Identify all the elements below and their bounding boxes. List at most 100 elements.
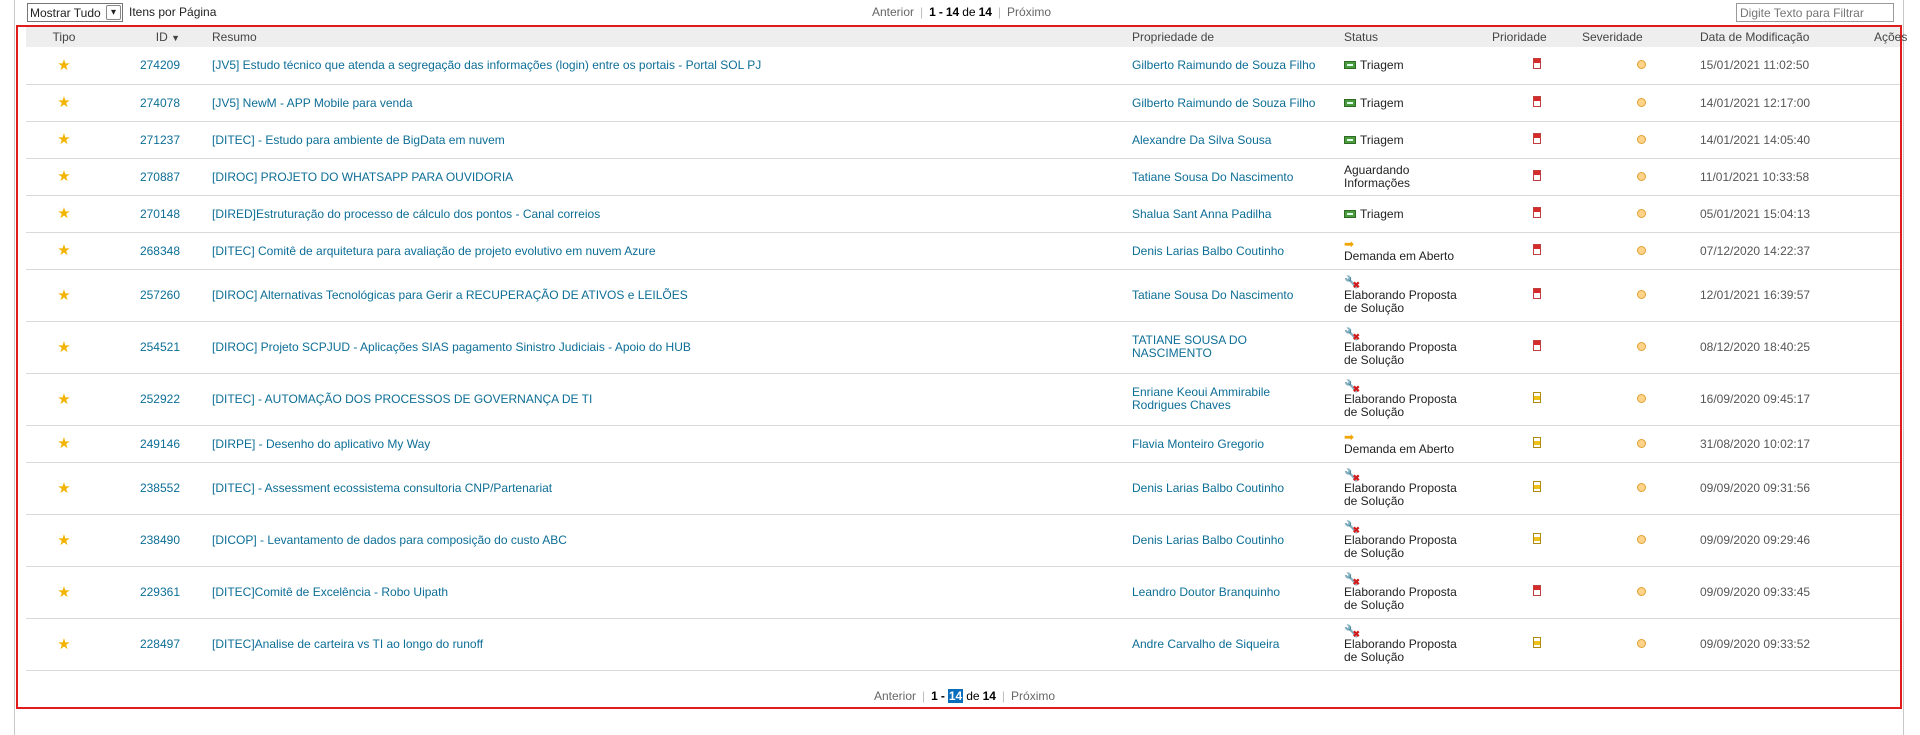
summary-link[interactable]: [DIROC] PROJETO DO WHATSAPP PARA OUVIDOR… — [212, 170, 513, 184]
id-link[interactable]: 257260 — [140, 288, 180, 302]
owner-link[interactable]: Shalua Sant Anna Padilha — [1132, 207, 1322, 221]
table-row[interactable]: ★ 252922 [DITEC] - AUTOMAÇÃO DOS PROCESSOS… — [26, 373, 1900, 426]
table-row[interactable]: ★ 274209 [JV5] Estudo técnico que atenda a… — [26, 47, 1900, 85]
filter-input[interactable] — [1736, 3, 1894, 22]
id-link[interactable]: 228497 — [140, 637, 180, 651]
cell-owner: Andre Carvalho de Siqueira — [1132, 618, 1344, 671]
owner-link[interactable]: Andre Carvalho de Siqueira — [1132, 638, 1322, 651]
cell-severity — [1582, 84, 1700, 122]
summary-link[interactable]: [DITEC] - AUTOMAÇÃO DOS PROCESSOS DE GOV… — [212, 392, 592, 406]
col-header-tipo[interactable]: Tipo — [26, 27, 102, 47]
table-row[interactable]: ★ 271237 [DITEC] - Estudo para ambiente de… — [26, 121, 1900, 159]
owner-link[interactable]: Denis Larias Balbo Coutinho — [1132, 534, 1322, 547]
id-link[interactable]: 254521 — [140, 340, 180, 354]
table-row[interactable]: ★ 228497 [DITEC]Analise de carteira vs TI … — [26, 618, 1900, 671]
pager-separator: | — [997, 5, 1002, 19]
star-icon[interactable]: ★ — [57, 287, 70, 304]
table-row[interactable]: ★ 238552 [DITEC] - Assessment ecossistema … — [26, 462, 1900, 515]
star-icon[interactable]: ★ — [57, 94, 70, 111]
tools-icon: 🔧 ✖ — [1344, 623, 1360, 639]
owner-link[interactable]: Gilberto Raimundo de Souza Filho — [1132, 96, 1322, 110]
summary-link[interactable]: [DITEC]Comitê de Excelência - Robo Uipat… — [212, 585, 448, 599]
col-header-data[interactable]: Data de Modificação — [1700, 27, 1880, 47]
id-link[interactable]: 229361 — [140, 585, 180, 599]
pager-prev-link[interactable]: Anterior — [874, 689, 916, 703]
table-row[interactable]: ★ 270148 [DIRED]Estruturação do processo d… — [26, 195, 1900, 233]
star-icon[interactable]: ★ — [57, 532, 70, 549]
id-link[interactable]: 274209 — [140, 58, 180, 72]
id-link[interactable]: 252922 — [140, 392, 180, 406]
table-row[interactable]: ★ 249146 [DIRPE] - Desenho do aplicativo M… — [26, 425, 1900, 463]
star-icon[interactable]: ★ — [57, 57, 70, 74]
chevron-down-icon[interactable]: ▾ — [106, 5, 121, 20]
status-wrap: ➡ Demanda em Aberto — [1344, 238, 1492, 263]
star-icon[interactable]: ★ — [57, 168, 70, 185]
pager-prev-link[interactable]: Anterior — [872, 5, 914, 19]
id-link[interactable]: 268348 — [140, 244, 180, 258]
star-icon[interactable]: ★ — [57, 339, 70, 356]
owner-link[interactable]: TATIANE SOUSA DO NASCIMENTO — [1132, 334, 1322, 360]
cell-owner: Alexandre Da Silva Sousa — [1132, 121, 1344, 159]
star-icon[interactable]: ★ — [57, 435, 70, 452]
id-link[interactable]: 274078 — [140, 96, 180, 110]
star-icon[interactable]: ★ — [57, 242, 70, 259]
owner-link[interactable]: Denis Larias Balbo Coutinho — [1132, 244, 1322, 258]
items-per-page-select[interactable]: Mostrar Tudo ▾ — [27, 3, 123, 22]
summary-link[interactable]: [JV5] Estudo técnico que atenda a segreg… — [212, 58, 761, 72]
summary-link[interactable]: [DIRED]Estruturação do processo de cálcu… — [212, 207, 600, 221]
status-text: Triagem — [1360, 58, 1404, 73]
id-link[interactable]: 238490 — [140, 533, 180, 547]
star-icon[interactable]: ★ — [57, 584, 70, 601]
summary-link[interactable]: [DITEC]Analise de carteira vs TI ao long… — [212, 637, 483, 651]
status-text: Triagem — [1360, 95, 1404, 110]
owner-link[interactable]: Alexandre Da Silva Sousa — [1132, 133, 1322, 147]
star-icon[interactable]: ★ — [57, 131, 70, 148]
owner-link[interactable]: Flavia Monteiro Gregorio — [1132, 437, 1322, 451]
owner-link[interactable]: Tatiane Sousa Do Nascimento — [1132, 170, 1322, 184]
sort-down-icon: ▼ — [171, 33, 180, 43]
owner-link[interactable]: Leandro Doutor Branquinho — [1132, 586, 1322, 599]
pager-next-link[interactable]: Próximo — [1007, 5, 1051, 19]
table-row[interactable]: ★ 254521 [DIROC] Projeto SCPJUD - Aplicaçõ… — [26, 321, 1900, 374]
cell-tipo: ★ — [26, 462, 102, 515]
col-header-id[interactable]: ID ▼ — [102, 27, 180, 47]
star-icon[interactable]: ★ — [57, 480, 70, 497]
summary-link[interactable]: [JV5] NewM - APP Mobile para venda — [212, 96, 413, 110]
pager-next-link[interactable]: Próximo — [1011, 689, 1055, 703]
summary-link[interactable]: [DITEC] - Estudo para ambiente de BigDat… — [212, 133, 505, 147]
col-header-status[interactable]: Status — [1344, 27, 1492, 47]
owner-link[interactable]: Tatiane Sousa Do Nascimento — [1132, 289, 1322, 302]
summary-link[interactable]: [DIRPE] - Desenho do aplicativo My Way — [212, 437, 430, 451]
owner-link[interactable]: Denis Larias Balbo Coutinho — [1132, 482, 1322, 495]
id-link[interactable]: 238552 — [140, 481, 180, 495]
id-link[interactable]: 271237 — [140, 133, 180, 147]
id-link[interactable]: 270148 — [140, 207, 180, 221]
cell-id: 274209 — [102, 47, 180, 85]
table-row[interactable]: ★ 270887 [DIROC] PROJETO DO WHATSAPP PARA … — [26, 158, 1900, 196]
star-icon[interactable]: ★ — [57, 205, 70, 222]
star-icon[interactable]: ★ — [57, 391, 70, 408]
cell-owner: Denis Larias Balbo Coutinho — [1132, 462, 1344, 515]
summary-link[interactable]: [DIROC] Alternativas Tecnológicas para G… — [212, 288, 688, 302]
table-row[interactable]: ★ 238490 [DICOP] - Levantamento de dados p… — [26, 514, 1900, 567]
id-link[interactable]: 249146 — [140, 437, 180, 451]
table-row[interactable]: ★ 274078 [JV5] NewM - APP Mobile para vend… — [26, 84, 1900, 122]
owner-link[interactable]: Enriane Keoui Ammirabile Rodrigues Chave… — [1132, 386, 1322, 412]
col-header-prioridade[interactable]: Prioridade — [1492, 27, 1582, 47]
star-icon[interactable]: ★ — [57, 636, 70, 653]
col-header-resumo[interactable]: Resumo — [212, 27, 1132, 47]
summary-link[interactable]: [DITEC] - Assessment ecossistema consult… — [212, 481, 552, 495]
summary-link[interactable]: [DITEC] Comitê de arquitetura para avali… — [212, 244, 656, 258]
id-link[interactable]: 270887 — [140, 170, 180, 184]
cell-tipo: ★ — [26, 373, 102, 426]
owner-link[interactable]: Gilberto Raimundo de Souza Filho — [1132, 59, 1322, 72]
col-header-severidade[interactable]: Severidade — [1582, 27, 1700, 47]
table-row[interactable]: ★ 268348 [DITEC] Comitê de arquitetura par… — [26, 232, 1900, 270]
col-header-propriedade[interactable]: Propriedade de — [1132, 27, 1344, 47]
cell-tipo: ★ — [26, 195, 102, 233]
table-row[interactable]: ★ 229361 [DITEC]Comitê de Excelência - Rob… — [26, 566, 1900, 619]
summary-link[interactable]: [DICOP] - Levantamento de dados para com… — [212, 533, 567, 547]
cell-id: 257260 — [102, 269, 180, 322]
table-row[interactable]: ★ 257260 [DIROC] Alternativas Tecnológicas… — [26, 269, 1900, 322]
summary-link[interactable]: [DIROC] Projeto SCPJUD - Aplicações SIAS… — [212, 340, 691, 354]
